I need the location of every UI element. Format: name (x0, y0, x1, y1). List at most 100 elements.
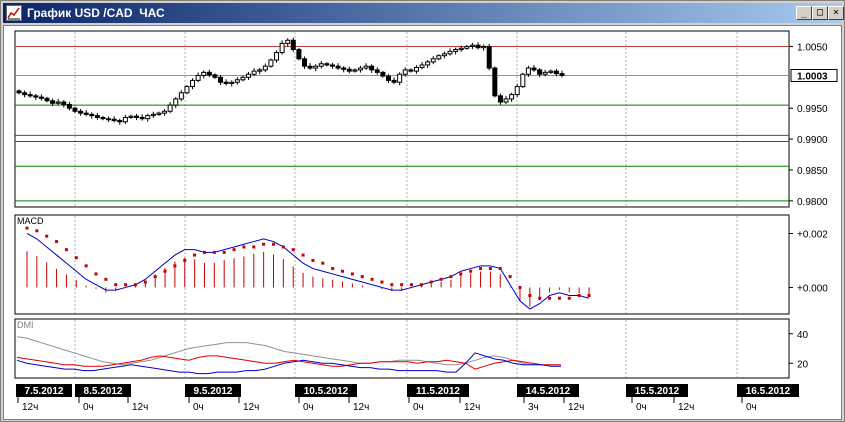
date-label: 7.5.2012 (25, 386, 64, 397)
macd-signal-point (45, 234, 49, 238)
macd-signal-point (143, 280, 147, 284)
candle-body (374, 69, 380, 73)
macd-signal-point (429, 280, 433, 284)
macd-signal-point (321, 261, 325, 265)
macd-signal-point (163, 269, 167, 273)
candle-body (134, 115, 140, 118)
candle-body (246, 73, 252, 78)
candle-body (413, 66, 419, 72)
candle-body (492, 67, 498, 97)
candle-body (150, 113, 156, 117)
candle-body (525, 67, 531, 75)
candle-body (318, 63, 324, 67)
date-label: 14.5.2012 (526, 386, 571, 397)
candle-body (458, 47, 464, 51)
candle-body (240, 76, 246, 81)
price-tick-label: 1.0050 (797, 42, 828, 53)
macd-signal-point (281, 245, 285, 249)
candle-body (106, 118, 112, 121)
macd-signal-point (439, 277, 443, 281)
macd-signal-point (380, 280, 384, 284)
macd-signal-point (183, 258, 187, 262)
candle-body (55, 101, 61, 104)
candle-body (290, 39, 296, 51)
candle-body (262, 65, 268, 71)
candle-body (44, 97, 50, 102)
macd-signal-point (35, 229, 39, 233)
candle-body (33, 95, 39, 98)
candle-body (408, 69, 414, 72)
macd-signal-point (252, 245, 256, 249)
candle-body (324, 63, 330, 66)
candle-body (268, 59, 274, 67)
hour-label: 12ч (132, 402, 148, 413)
macd-signal-point (587, 294, 591, 298)
candle-body (553, 70, 559, 75)
candle-body (234, 79, 240, 83)
candle-body (50, 100, 56, 104)
candle-body (229, 81, 235, 84)
chart-area[interactable]: 1.0050 0.9950 0.9900 0.9850 0.9800 1.0003 MACD… (3, 25, 842, 420)
candle-body (128, 115, 134, 118)
candle-body (391, 79, 397, 83)
hour-label: 12ч (678, 402, 694, 413)
macd-signal-point (341, 269, 345, 273)
candle-body (285, 39, 291, 44)
macd-signal-point (350, 272, 354, 276)
candle-body (380, 71, 386, 77)
macd-signal-point (222, 250, 226, 254)
candle-body (100, 116, 106, 120)
hour-label: 3ч (528, 402, 539, 413)
macd-signal-point (262, 242, 266, 246)
candle-body (27, 94, 33, 97)
macd-signal-point (548, 296, 552, 300)
hour-label: 12ч (243, 402, 259, 413)
candle-body (514, 86, 520, 96)
candle-body (251, 70, 257, 75)
dmi-tick-label: 40 (797, 330, 809, 341)
macd-signal-point (498, 267, 502, 271)
macd-tick-label: +0.002 (797, 229, 828, 240)
macd-signal-point (567, 296, 571, 300)
macd-signal-point (577, 294, 581, 298)
candle-body (156, 112, 162, 115)
candle-body (357, 67, 363, 71)
price-tick-label: 0.9850 (797, 166, 828, 177)
price-tick-label: 0.9950 (797, 104, 828, 115)
candle-body (195, 74, 201, 81)
candle-body (397, 73, 403, 83)
candle-body (464, 45, 470, 49)
macd-signal-point (153, 275, 157, 279)
macd-signal-point (173, 264, 177, 268)
macd-signal-point (400, 283, 404, 287)
hour-label: 0ч (193, 402, 204, 413)
candle-body (430, 58, 436, 63)
macd-signal-point (212, 250, 216, 254)
candle-body (296, 49, 302, 60)
macd-label: MACD (17, 216, 44, 226)
candle-body (548, 70, 554, 73)
candle-body (178, 92, 184, 100)
minimize-button[interactable]: _ (796, 6, 812, 20)
macd-signal-point (459, 272, 463, 276)
title-bar[interactable]: График USD /CAD ЧАС _ □ × (3, 3, 844, 23)
candle-body (559, 73, 565, 76)
candle-body (167, 104, 173, 112)
candle-body (201, 71, 207, 76)
candle-body (78, 110, 84, 114)
date-label: 16.5.2012 (746, 386, 791, 397)
macd-signal-point (301, 253, 305, 257)
candle-body (307, 65, 313, 69)
candle-body (329, 64, 335, 67)
macd-signal-point (133, 283, 137, 287)
macd-signal-point (331, 267, 335, 271)
dmi-panel (14, 318, 790, 379)
price-tick-label: 0.9900 (797, 135, 828, 146)
candle-body (542, 71, 548, 75)
chart-canvas[interactable]: 1.0050 0.9950 0.9900 0.9850 0.9800 1.0003 MACD… (4, 26, 841, 419)
close-button[interactable]: × (828, 6, 844, 20)
hour-label: 0ч (413, 402, 424, 413)
candle-body (313, 65, 319, 69)
macd-signal-point (25, 226, 29, 230)
maximize-button[interactable]: □ (812, 6, 828, 20)
